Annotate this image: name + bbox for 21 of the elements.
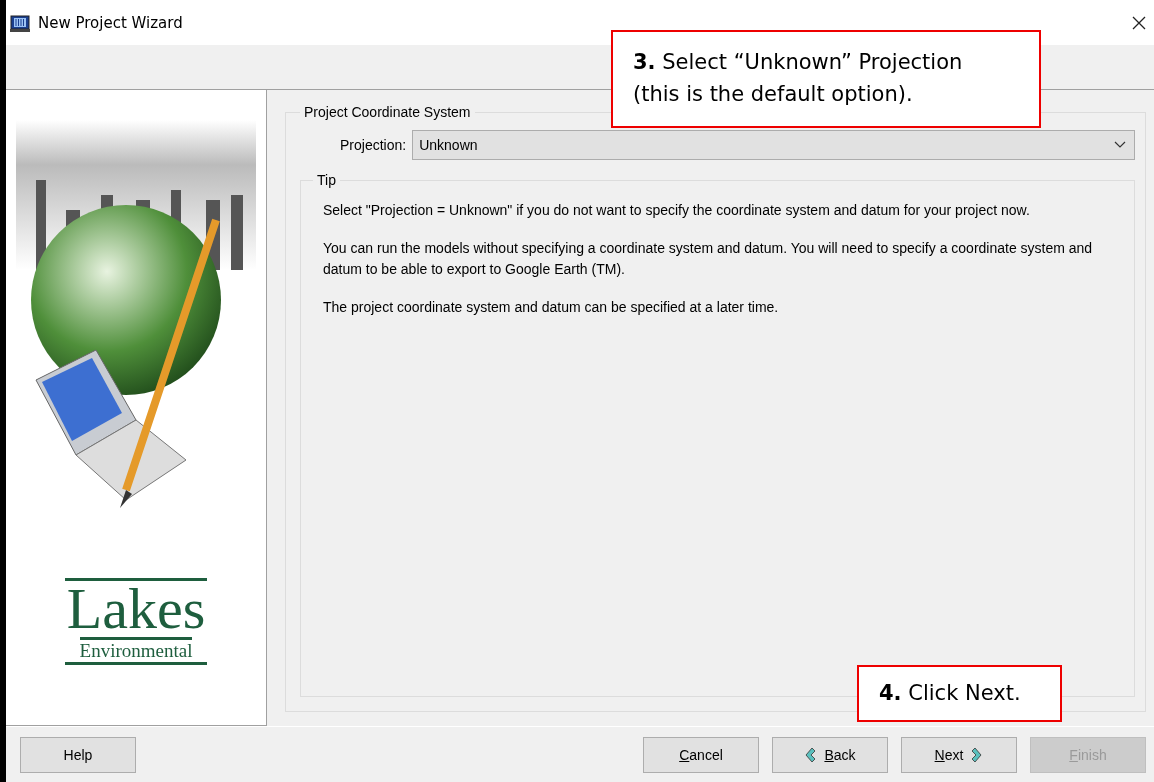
tip-title: Tip	[316, 172, 337, 188]
logo-word: Lakes	[66, 581, 206, 637]
tip-text: You can run the models without specifying a coordinate system and datum. You will need to specify a coordinate system and datum to be able to export to Google Earth (TM).	[323, 239, 1094, 279]
callout-note: 4. Click Next.	[857, 665, 1062, 722]
back-button[interactable]: Back	[772, 736, 888, 773]
chevron-right-icon	[971, 746, 984, 763]
next-button[interactable]: Next	[901, 736, 1017, 773]
cancel-button[interactable]: Cancel	[643, 736, 759, 773]
chevron-left-icon	[804, 746, 817, 763]
projection-dropdown[interactable]: Unknown	[412, 130, 1135, 160]
projection-label: Projection:	[340, 137, 407, 153]
tip-text: Select "Projection = Unknown" if you do not want to specify the coordinate system and datum for your project now.	[323, 201, 1031, 220]
window-title: New Project Wizard	[38, 13, 183, 32]
monitor-icon	[10, 13, 30, 32]
logo-subtitle: Environmental	[79, 637, 193, 662]
tip-text: The project coordinate system and datum can be specified at a later time.	[323, 298, 780, 317]
chevron-down-icon	[1114, 141, 1126, 149]
close-icon[interactable]	[1132, 15, 1146, 30]
help-button[interactable]: Help	[20, 736, 136, 773]
group-title: Project Coordinate System	[303, 104, 472, 120]
callout-note: 3. Select “Unknown” Projection (this is the default option).	[611, 30, 1041, 128]
